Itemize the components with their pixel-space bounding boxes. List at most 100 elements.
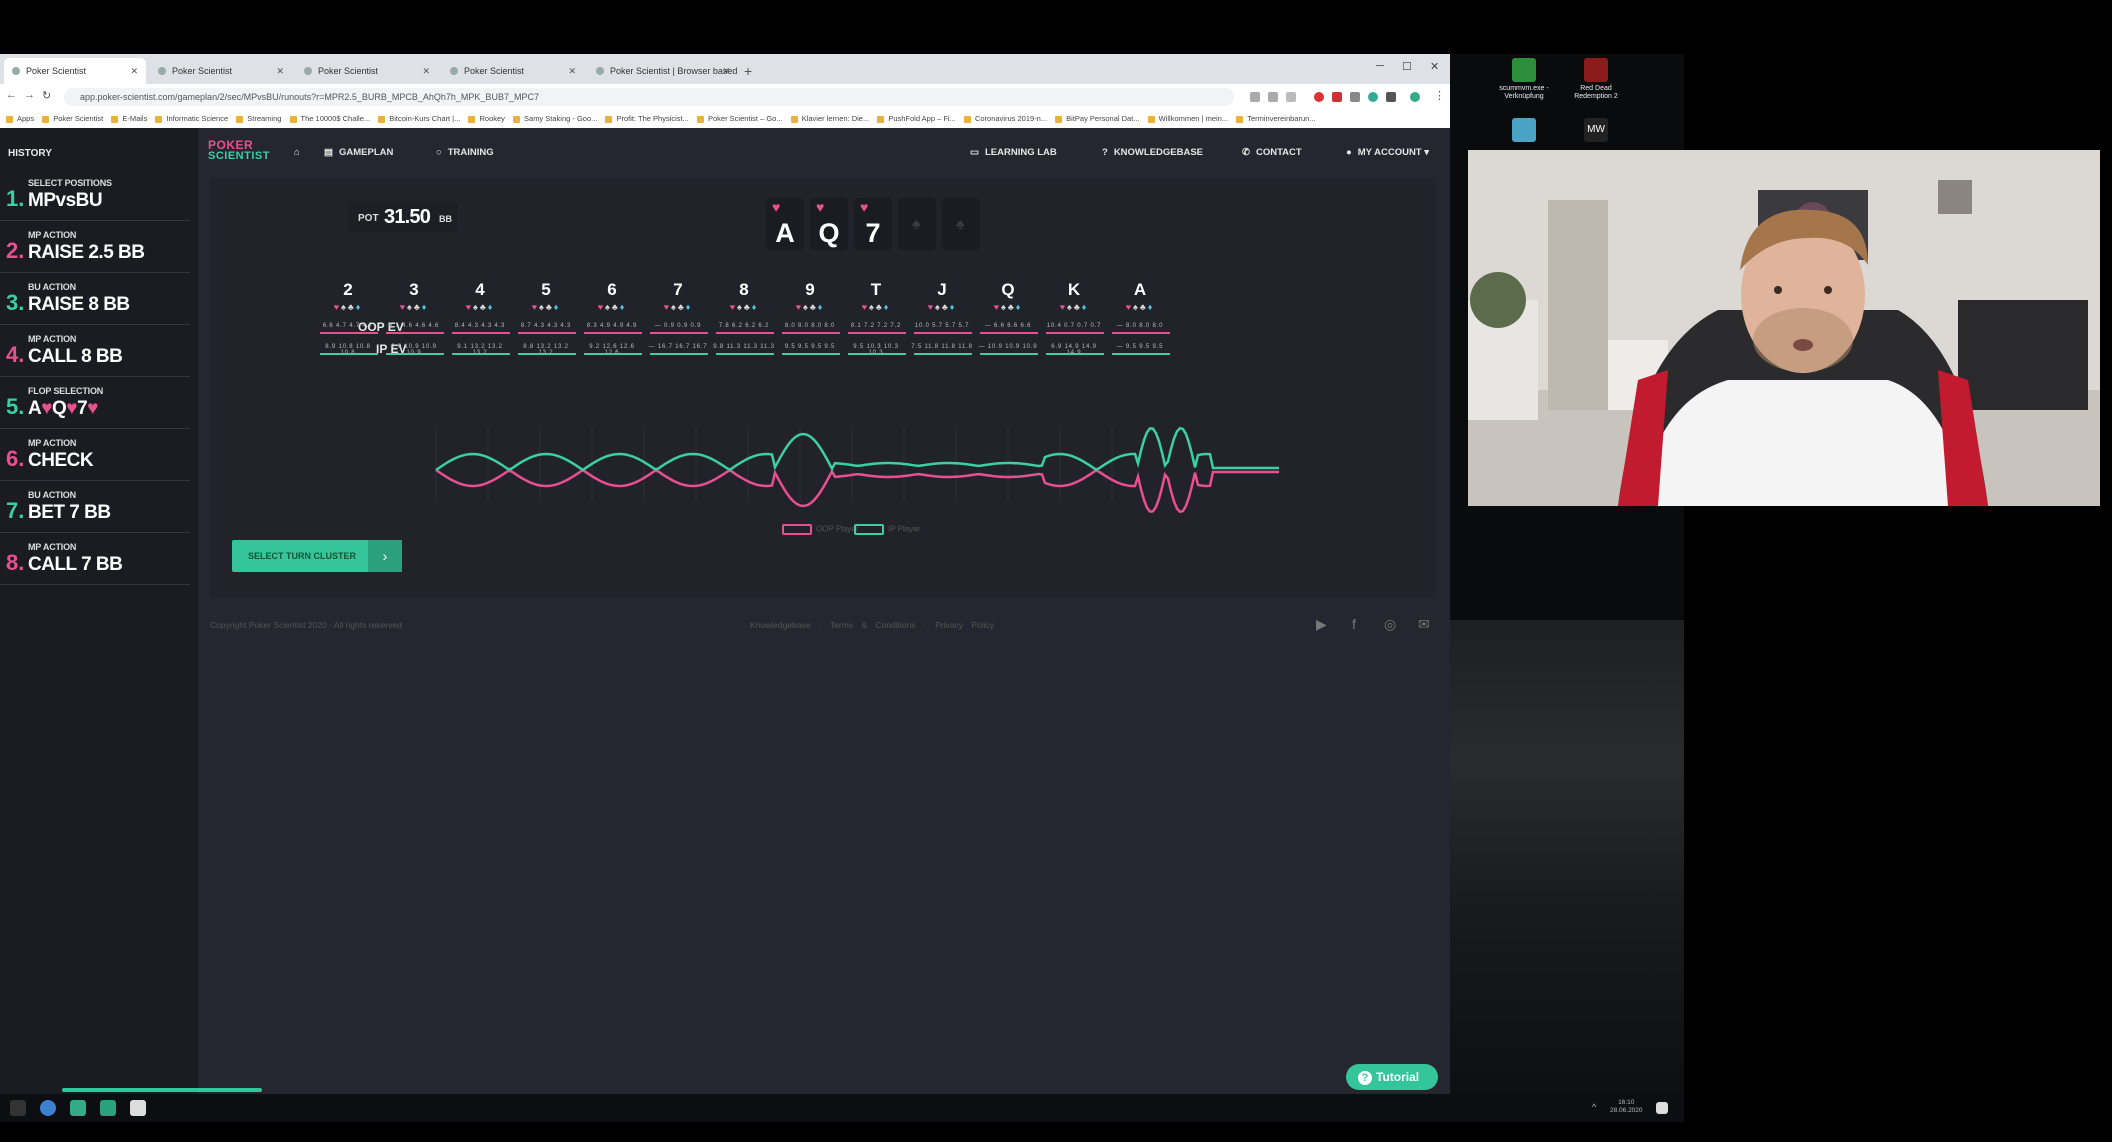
bookmark[interactable]: E-Mails [111,110,147,128]
nav-knowledgebase[interactable]: ? KNOWLEDGEBASE [1102,147,1203,158]
select-turn-cluster-label: SELECT TURN CLUSTER [248,551,356,561]
desktop-icon-mw[interactable]: MW [1566,118,1626,145]
tutorial-button[interactable]: ? Tutorial [1346,1064,1438,1090]
history-step[interactable]: 4. MP ACTION CALL 8 BB [0,328,190,377]
select-turn-cluster-button[interactable]: SELECT TURN CLUSTER › [232,540,402,572]
bookmark[interactable]: PushFold App – Fi... [877,110,956,128]
step-number: 4. [6,342,25,367]
browser-tab[interactable]: Poker Scientist ✕ [442,58,584,84]
adblock-icon[interactable] [1314,92,1324,102]
bookmark[interactable]: Apps [6,110,34,128]
history-step[interactable]: 5. FLOP SELECTION A♥Q♥7♥ [0,380,190,429]
extension-icon[interactable] [1332,92,1342,102]
tray-chevron-icon[interactable]: ^ [1592,1102,1596,1112]
new-tab-button[interactable]: + [744,58,752,84]
progress-strip [62,1088,262,1092]
browser-tab[interactable]: Poker Scientist ✕ [296,58,438,84]
bookmark[interactable]: Klavier lernen: Die... [791,110,870,128]
nav-contact[interactable]: ✆ CONTACT [1242,147,1302,158]
extension-icon[interactable] [1368,92,1378,102]
back-icon[interactable]: ← [6,89,17,101]
favicon-icon [304,67,312,75]
close-tab-icon[interactable]: ✕ [276,58,284,84]
close-tab-icon[interactable]: ✕ [722,58,730,84]
list-icon: ▤ [324,147,333,158]
bookmark[interactable]: Terminvereinbarun... [1236,110,1315,128]
clock-time: 16:10 [1618,1099,1635,1106]
chrome-icon[interactable] [40,1100,56,1116]
close-tab-icon[interactable]: ✕ [130,58,138,84]
bookmark[interactable]: Bitcoin-Kurs Chart |... [378,110,460,128]
legend-oop-label: OOP Player [816,524,859,534]
nav-gameplan[interactable]: ▤ GAMEPLAN [324,147,393,158]
legend-ip-label: IP Player [888,524,921,534]
bookmark[interactable]: Profit: The Physicist... [605,110,688,128]
history-step[interactable]: 2. MP ACTION RAISE 2.5 BB [0,224,190,273]
legend-ip: IP Player [854,524,920,535]
history-step[interactable]: 8. MP ACTION CALL 7 BB [0,536,190,585]
step-number: 7. [6,498,25,523]
bookmark[interactable]: Willkommen | mein... [1148,110,1228,128]
app-icon[interactable] [100,1100,116,1116]
history-step[interactable]: 1. SELECT POSITIONS MPvsBU [0,172,190,221]
history-step[interactable]: 3. BU ACTION RAISE 8 BB [0,276,190,325]
bookmark[interactable]: Poker Scientist [42,110,103,128]
address-bar[interactable]: app.poker-scientist.com/gameplan/2/sec/M… [64,88,1234,106]
extension-icon[interactable] [1350,92,1360,102]
browser-tab[interactable]: Poker Scientist ✕ [150,58,292,84]
bookmark[interactable]: Samy Staking - Goo... [513,110,597,128]
logo-line2: SCIENTIST [208,150,270,162]
logo[interactable]: POKER SCIENTIST [208,139,270,162]
bookmark[interactable]: Coronavirus 2019-n... [964,110,1047,128]
profile-icon[interactable] [1410,92,1420,102]
extension-icon[interactable] [1250,92,1260,102]
forward-icon[interactable]: → [24,89,35,101]
app-icon[interactable] [70,1100,86,1116]
bookmark[interactable]: Rookey [468,110,504,128]
menu-dots-icon[interactable]: ⋮ [1434,89,1445,102]
facebook-icon[interactable]: f [1352,616,1356,632]
history-step[interactable]: 6. MP ACTION CHECK [0,432,190,481]
history-sidebar: HISTORY 1. SELECT POSITIONS MPvsBU 2. MP ACT… [0,128,198,1094]
close-window-icon[interactable]: ✕ [1430,60,1439,73]
bookmark[interactable]: Streaming [236,110,281,128]
browser-tab[interactable]: Poker Scientist ✕ [4,58,146,84]
desktop-icon-rdr2[interactable]: Red Dead Redemption 2 [1566,58,1626,101]
bookmarks-bar: Apps Poker Scientist E-Mails Informatic … [0,110,1450,129]
runout-panel: POT 31.50 BB ♥ A ♥ Q ♥ 7 ♠ ♠ OOP EV IP EV 2… [210,178,1436,598]
notification-icon[interactable] [1656,1102,1668,1114]
reload-icon[interactable]: ↻ [42,89,51,102]
desktop-icon-app[interactable] [1494,118,1554,145]
favicon-icon [596,67,604,75]
bookmark[interactable]: The 10000$ Challe... [290,110,371,128]
start-icon[interactable] [10,1100,26,1116]
bookmark[interactable]: Informatic Science [155,110,228,128]
close-tab-icon[interactable]: ✕ [422,58,430,84]
zoom-icon[interactable] [1268,92,1278,102]
nav-learning-lab-label: LEARNING LAB [984,147,1057,158]
youtube-icon[interactable]: ▶ [1316,616,1327,633]
browser-tab[interactable]: Poker Scientist | Browser based ✕ [588,58,738,84]
tab-title: Poker Scientist [464,66,525,76]
app-icon[interactable] [130,1100,146,1116]
history-title: HISTORY [8,148,52,159]
desktop-icon-scummvm[interactable]: scummvm.exe - Verknüpfung [1494,58,1554,101]
mail-icon[interactable]: ✉ [1418,616,1430,633]
close-tab-icon[interactable]: ✕ [568,58,576,84]
nav-learning-lab[interactable]: ▭ LEARNING LAB [970,147,1057,158]
bookmark[interactable]: BitPay Personal Dat... [1055,110,1139,128]
minimize-icon[interactable]: ─ [1376,60,1384,72]
home-icon[interactable]: ⌂ [294,147,300,158]
footer-links[interactable]: Knowledgebase · Terms & Conditions · Pri… [750,620,994,630]
history-step[interactable]: 7. BU ACTION BET 7 BB [0,484,190,533]
nav-my-account[interactable]: ● MY ACCOUNT ▾ [1346,147,1429,158]
puzzle-icon[interactable] [1386,92,1396,102]
oop-ev-line [435,468,1279,514]
step-label: MP ACTION [28,438,77,448]
star-icon[interactable] [1286,92,1296,102]
maximize-icon[interactable]: ☐ [1402,60,1412,73]
tab-title: Poker Scientist [172,66,233,76]
bookmark[interactable]: Poker Scientist – Go... [697,110,783,128]
nav-training[interactable]: ○ TRAINING [436,147,494,158]
instagram-icon[interactable]: ◎ [1384,616,1396,633]
